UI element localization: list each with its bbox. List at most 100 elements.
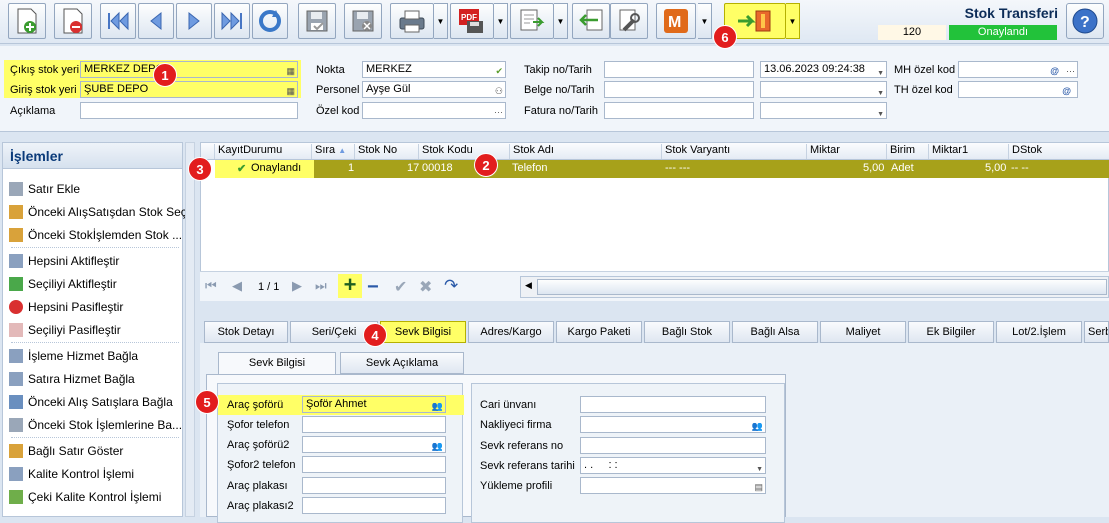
tab-adres-kargo[interactable]: Adres/Kargo [468,321,554,343]
arac-plakasi-input[interactable] [302,477,446,494]
sidebar-item-onceki-stok-islemlerine[interactable]: Önceki Stok İşlemlerine Ba... [9,415,182,435]
fatura-no-input[interactable] [604,102,754,119]
chevron-down-icon[interactable]: ▼ [756,462,763,473]
chevron-down-icon[interactable]: ▼ [877,86,884,97]
new-document-button[interactable] [8,3,46,39]
sidebar-item-secili-aktif[interactable]: Seçiliyi Aktifleştir [9,274,117,294]
takip-date-input[interactable]: 13.06.2023 09:24:38 ▼ [760,61,887,78]
at-icon[interactable]: @ [1062,84,1071,97]
sidebar-item-satir-ekle[interactable]: Satır Ekle [9,179,80,199]
aciklama-input[interactable] [80,102,298,119]
yukleme-profili-input[interactable]: ▤ [580,477,766,494]
sidebar-item-onceki-alis-satislara[interactable]: Önceki Alış Satışlara Bağla [9,392,173,412]
help-button[interactable]: ? [1066,3,1104,39]
previous-page-icon[interactable]: ◀ [232,278,242,294]
first-page-icon[interactable]: ⏮ [205,278,217,294]
cari-unvani-input[interactable] [580,396,766,413]
ozelkod-input[interactable]: ··· [362,102,506,119]
col-stokkodu[interactable]: Stok Kodu [419,144,510,159]
chevron-down-icon[interactable]: ▼ [877,66,884,77]
confirm-check-icon[interactable]: ✔ [394,277,407,297]
sofor2-telefon-input[interactable] [302,456,446,473]
people-lookup-icon[interactable]: 👥 [432,439,443,452]
people-lookup-icon[interactable]: 👥 [432,399,443,412]
col-sira[interactable]: Sıra ▲ [312,144,355,159]
lookup-icon[interactable]: ▦ [286,84,295,97]
chevron-down-icon[interactable]: ▼ [877,107,884,118]
takip-no-input[interactable] [604,61,754,78]
col-miktar1[interactable]: Miktar1 [929,144,1009,159]
more-icon[interactable]: ⋯ [1066,64,1075,77]
tab-stok-detayi[interactable]: Stok Detayı [204,321,288,343]
nokta-input[interactable]: MERKEZ ✔ [362,61,506,78]
next-record-button[interactable] [176,3,212,39]
sevk-referans-tarihi-input[interactable]: . . : : ▼ [580,457,766,474]
sofor-telefon-input[interactable] [302,416,446,433]
col-stokno[interactable]: Stok No [355,144,419,159]
sidebar-item-onceki-alissatis[interactable]: Önceki AlışSatışdan Stok Seç [9,202,187,222]
nakliyeci-firma-input[interactable]: 👥 [580,416,766,433]
arac-plakasi2-input[interactable] [302,497,446,514]
add-row-plus-icon[interactable]: + [338,274,362,298]
import-button[interactable] [572,3,610,39]
col-dstok[interactable]: DStok [1009,144,1109,159]
col-birim[interactable]: Birim [887,144,929,159]
print-button[interactable] [390,3,434,39]
sidebar-item-secili-pasif[interactable]: Seçiliyi Pasifleştir [9,320,121,340]
col-stokvaryanti[interactable]: Stok Varyantı [662,144,807,159]
tab-maliyet[interactable]: Maliyet [820,321,906,343]
m-module-dropdown[interactable]: ▼ [698,3,712,39]
transfer-dropdown[interactable]: ▼ [786,3,800,39]
settings-button[interactable] [610,3,648,39]
arac-soforu-input[interactable]: Şoför Ahmet 👥 [302,396,446,413]
col-miktar[interactable]: Miktar [807,144,887,159]
sidebar-item-hepsini-aktif[interactable]: Hepsini Aktifleştir [9,251,119,271]
cancel-x-icon[interactable]: ✖ [419,277,432,297]
save-button[interactable] [298,3,336,39]
list-icon[interactable]: ▤ [754,480,763,493]
sidebar-item-onceki-stokislem[interactable]: Önceki Stokİşlemden Stok ... [9,225,182,245]
fatura-date-input[interactable]: ▼ [760,102,887,119]
more-icon[interactable]: ··· [494,105,503,118]
col-stokadi[interactable]: Stok Adı [510,144,662,159]
tab-lot-islem[interactable]: Lot/2.İşlem [996,321,1082,343]
last-record-button[interactable] [214,3,250,39]
next-page-icon[interactable]: ▶ [292,278,302,294]
pdf-export-button[interactable]: PDF [450,3,494,39]
m-module-button[interactable]: M [656,3,696,39]
export-dropdown[interactable]: ▼ [554,3,568,39]
col-kayitdurumu[interactable]: KayıtDurumu [215,144,312,159]
horizontal-scrollbar[interactable]: ◀ [520,276,1109,298]
personel-input[interactable]: Ayşe Gül ⚇ [362,81,506,98]
sidebar-item-satira-hizmet[interactable]: Satıra Hizmet Bağla [9,369,135,389]
tab-kargo-paketi[interactable]: Kargo Paketi [556,321,642,343]
pdf-dropdown[interactable]: ▼ [494,3,508,39]
tab-bagli-stok[interactable]: Bağlı Stok [644,321,730,343]
tab-bagli-alsa[interactable]: Bağlı Alsa [732,321,818,343]
giris-stok-yeri-input[interactable]: ŞUBE DEPO ▦ [80,81,298,98]
th-ozel-kod-input[interactable]: @ [958,81,1078,98]
splitter[interactable] [185,142,195,517]
mh-ozel-kod-input[interactable]: @ ⋯ [958,61,1078,78]
tab-sevk-bilgisi[interactable]: Sevk Bilgisi [380,321,466,343]
belge-date-input[interactable]: ▼ [760,81,887,98]
last-page-icon[interactable]: ⏭ [315,278,327,294]
tab-ek-bilgiler[interactable]: Ek Bilgiler [908,321,994,343]
people-lookup-icon[interactable]: 👥 [752,419,763,432]
subtab-sevk-aciklama[interactable]: Sevk Açıklama [340,352,464,374]
refresh-button[interactable] [252,3,288,39]
lookup-icon[interactable]: ▦ [286,64,295,77]
scroll-left-icon[interactable]: ◀ [525,280,532,291]
sidebar-item-hepsini-pasif[interactable]: Hepsini Pasifleştir [9,297,123,317]
belge-no-input[interactable] [604,81,754,98]
table-row[interactable]: ✔ Onaylandı 1 17 00018 Telefon --- --- 5… [215,160,1109,178]
tab-serb[interactable]: Serb [1084,321,1109,343]
splitter-horizontal[interactable] [200,301,1109,321]
first-record-button[interactable] [100,3,136,39]
sidebar-item-isleme-hizmet[interactable]: İşleme Hizmet Bağla [9,346,138,366]
sidebar-item-ceki-kalite[interactable]: Çeki Kalite Kontrol İşlemi [9,487,161,507]
print-dropdown[interactable]: ▼ [434,3,448,39]
at-icon[interactable]: @ [1050,64,1059,77]
remove-row-icon[interactable]: − [367,276,379,299]
subtab-sevk-bilgisi[interactable]: Sevk Bilgisi [218,352,336,375]
